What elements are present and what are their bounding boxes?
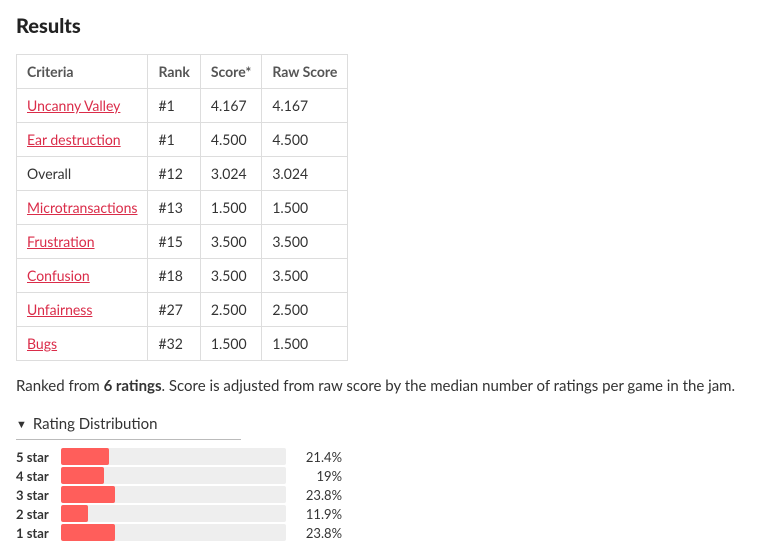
distribution-pct: 23.8% [292, 487, 342, 503]
distribution-bar-fill [61, 448, 109, 465]
distribution-bar-fill [61, 505, 88, 522]
distribution-row: 3 star 23.8% [16, 486, 757, 503]
raw-score-cell: 3.500 [262, 225, 348, 259]
distribution-row: 5 star 21.4% [16, 448, 757, 465]
criteria-cell: Bugs [17, 327, 148, 361]
score-cell: 1.500 [200, 191, 261, 225]
distribution-row: 2 star 11.9% [16, 505, 757, 522]
score-cell: 3.500 [200, 259, 261, 293]
distribution-bar-bg [61, 524, 286, 541]
distribution-pct: 21.4% [292, 449, 342, 465]
score-cell: 2.500 [200, 293, 261, 327]
rank-cell: #15 [148, 225, 200, 259]
raw-score-cell: 1.500 [262, 327, 348, 361]
score-cell: 3.024 [200, 157, 261, 191]
table-row: Bugs#321.5001.500 [17, 327, 348, 361]
table-row: Overall#123.0243.024 [17, 157, 348, 191]
criteria-cell: Ear destruction [17, 123, 148, 157]
col-rank: Rank [148, 55, 200, 89]
distribution-label: 4 star [16, 468, 61, 484]
distribution-bar-fill [61, 486, 115, 503]
criteria-cell: Confusion [17, 259, 148, 293]
distribution-label: 3 star [16, 487, 61, 503]
distribution-bar-bg [61, 448, 286, 465]
distribution-bar-fill [61, 467, 104, 484]
ranked-note-suffix: . Score is adjusted from raw score by th… [162, 377, 736, 395]
criteria-cell: Overall [17, 157, 148, 191]
table-row: Frustration#153.5003.500 [17, 225, 348, 259]
distribution-label: 2 star [16, 506, 61, 522]
distribution-label: 5 star [16, 449, 61, 465]
distribution-bar-fill [61, 524, 115, 541]
criteria-link[interactable]: Bugs [27, 335, 57, 352]
rank-cell: #18 [148, 259, 200, 293]
distribution-bar-bg [61, 505, 286, 522]
rank-cell: #27 [148, 293, 200, 327]
criteria-link[interactable]: Uncanny Valley [27, 97, 120, 114]
ranked-note: Ranked from 6 ratings. Score is adjusted… [16, 377, 757, 395]
table-row: Ear destruction#14.5004.500 [17, 123, 348, 157]
rank-cell: #1 [148, 89, 200, 123]
table-row: Unfairness#272.5002.500 [17, 293, 348, 327]
raw-score-cell: 4.500 [262, 123, 348, 157]
table-row: Microtransactions#131.5001.500 [17, 191, 348, 225]
table-row: Uncanny Valley#14.1674.167 [17, 89, 348, 123]
distribution-pct: 11.9% [292, 506, 342, 522]
criteria-link[interactable]: Unfairness [27, 301, 92, 318]
criteria-cell: Unfairness [17, 293, 148, 327]
rank-cell: #13 [148, 191, 200, 225]
criteria-cell: Microtransactions [17, 191, 148, 225]
criteria-link[interactable]: Ear destruction [27, 131, 121, 148]
score-cell: 1.500 [200, 327, 261, 361]
results-table: Criteria Rank Score* Raw Score Uncanny V… [16, 54, 348, 361]
raw-score-cell: 3.024 [262, 157, 348, 191]
score-cell: 3.500 [200, 225, 261, 259]
distribution-bar-bg [61, 467, 286, 484]
ranked-note-count: 6 ratings [104, 377, 162, 395]
rank-cell: #12 [148, 157, 200, 191]
distribution-label: 1 star [16, 525, 61, 541]
criteria-cell: Uncanny Valley [17, 89, 148, 123]
score-cell: 4.500 [200, 123, 261, 157]
table-header-row: Criteria Rank Score* Raw Score [17, 55, 348, 89]
distribution-bar-bg [61, 486, 286, 503]
col-raw-score: Raw Score [262, 55, 348, 89]
distribution-pct: 23.8% [292, 525, 342, 541]
chevron-down-icon: ▼ [16, 418, 27, 431]
col-score: Score* [200, 55, 261, 89]
score-cell: 4.167 [200, 89, 261, 123]
col-criteria: Criteria [17, 55, 148, 89]
criteria-link[interactable]: Frustration [27, 233, 95, 250]
rating-distribution-label: Rating Distribution [33, 415, 158, 433]
rating-distribution-toggle[interactable]: ▼ Rating Distribution [16, 415, 241, 440]
raw-score-cell: 4.167 [262, 89, 348, 123]
raw-score-cell: 3.500 [262, 259, 348, 293]
raw-score-cell: 2.500 [262, 293, 348, 327]
criteria-text: Overall [27, 165, 71, 182]
distribution-row: 1 star 23.8% [16, 524, 757, 541]
ranked-note-prefix: Ranked from [16, 377, 104, 395]
table-row: Confusion#183.5003.500 [17, 259, 348, 293]
criteria-link[interactable]: Confusion [27, 267, 90, 284]
rank-cell: #1 [148, 123, 200, 157]
distribution-pct: 19% [292, 468, 342, 484]
criteria-link[interactable]: Microtransactions [27, 199, 137, 216]
criteria-cell: Frustration [17, 225, 148, 259]
rank-cell: #32 [148, 327, 200, 361]
distribution-row: 4 star 19% [16, 467, 757, 484]
page-title: Results [16, 14, 757, 38]
raw-score-cell: 1.500 [262, 191, 348, 225]
